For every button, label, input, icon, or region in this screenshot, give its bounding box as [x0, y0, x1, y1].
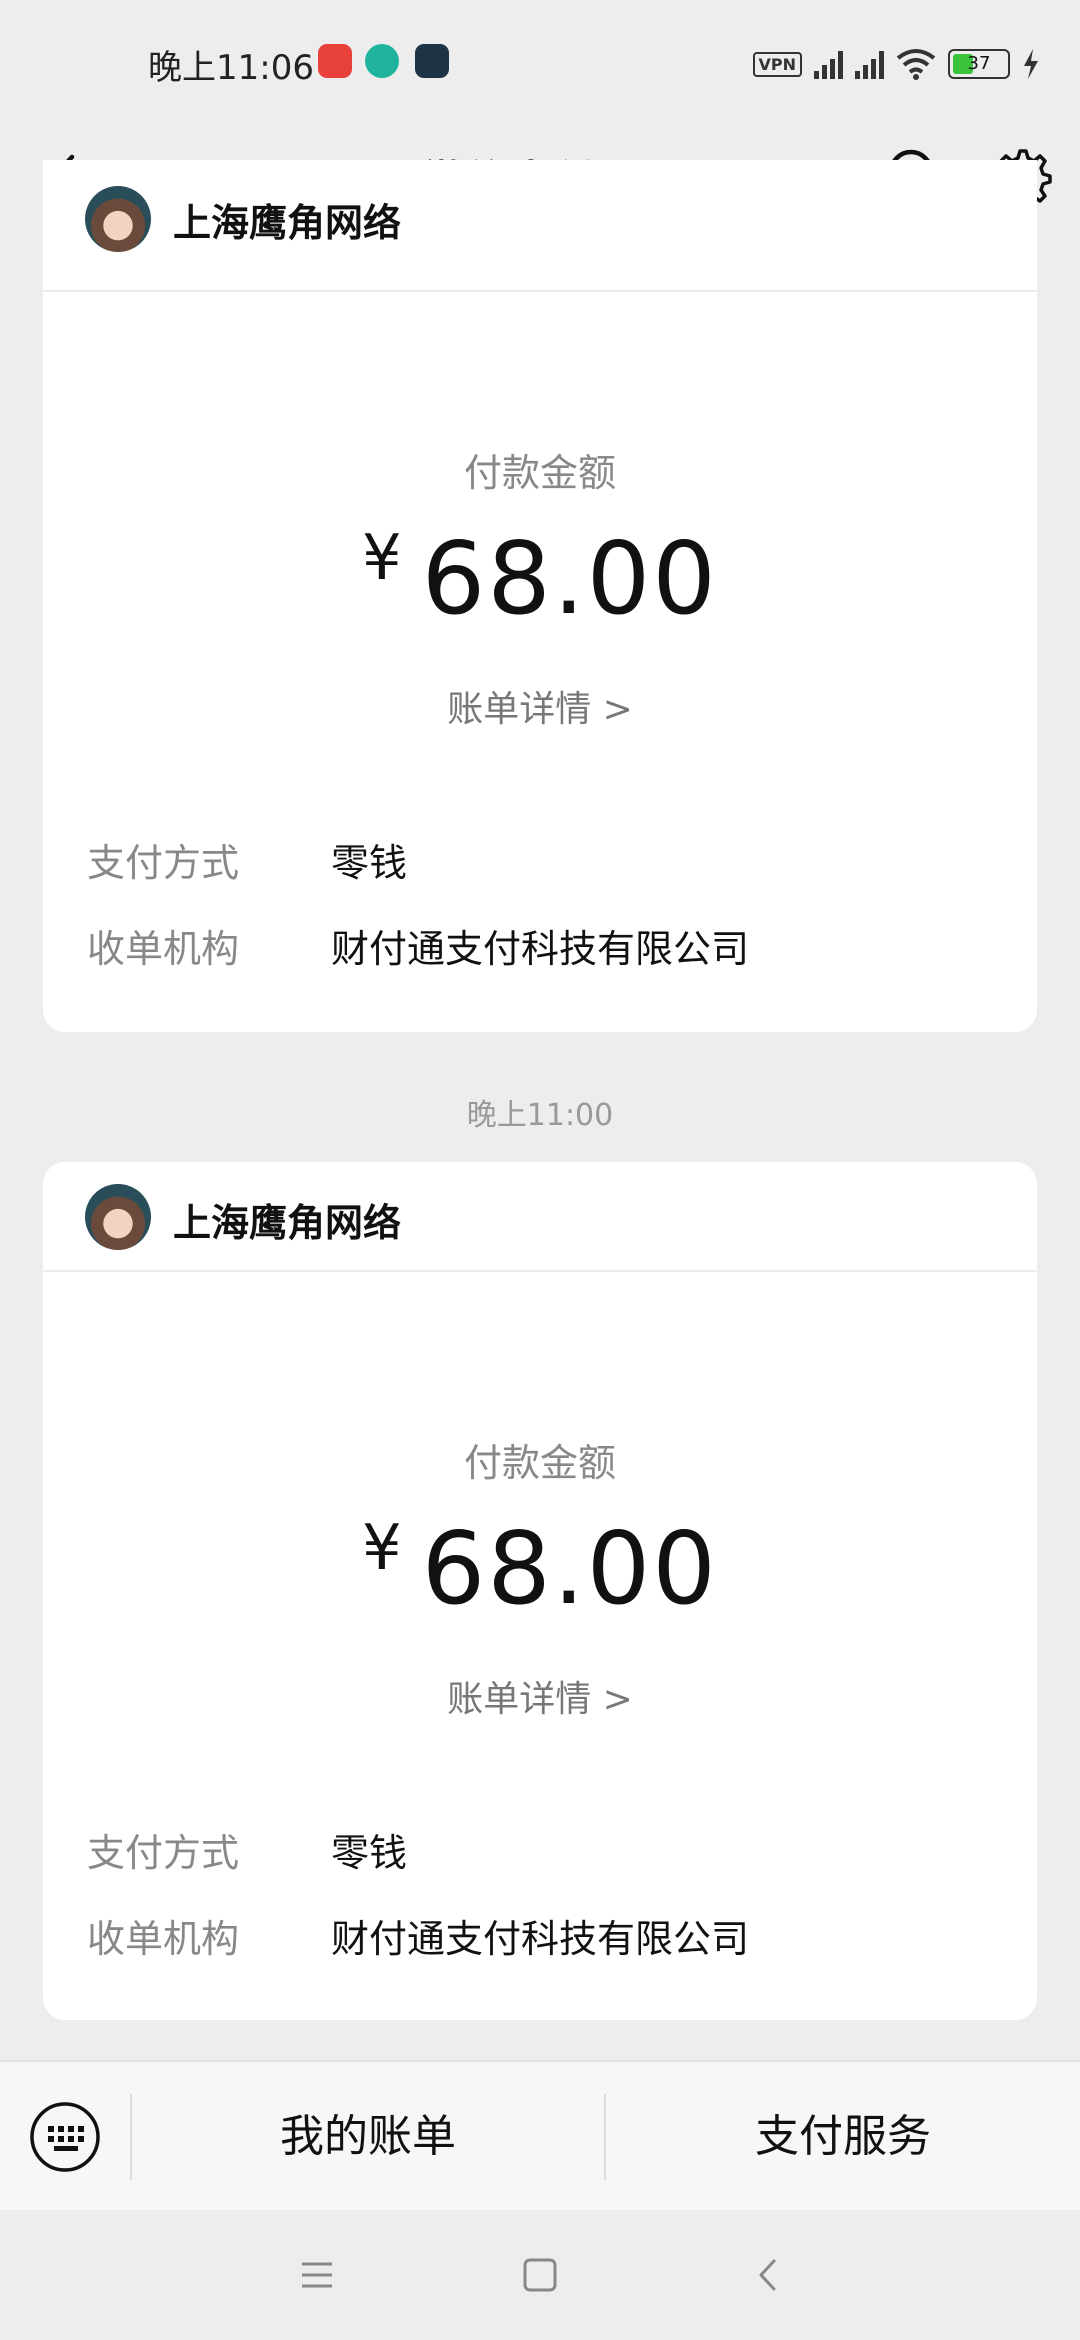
- amount-label: 付款金额: [463, 451, 616, 495]
- bill-details-link[interactable]: 账单详情 >: [43, 680, 1037, 732]
- message-timestamp: 晚上11:00: [466, 1098, 614, 1133]
- netease-music-icon: [318, 44, 352, 78]
- vpn-badge: VPN: [752, 51, 802, 77]
- payment-method-value: 零钱: [331, 841, 408, 885]
- amount-value: ¥68.00: [43, 1510, 1037, 1627]
- bill-details-link[interactable]: 账单详情 >: [43, 1670, 1037, 1722]
- merchant-name: 上海鹰角网络: [173, 201, 402, 245]
- payment-card[interactable]: 上海鹰角网络 付款金额 ¥68.00 账单详情 > 支付方式 零钱 收单机构 财…: [43, 1162, 1037, 2020]
- my-bills-button[interactable]: 我的账单: [132, 2062, 604, 2212]
- status-time: 晚上11:06: [148, 48, 314, 88]
- merchant-avatar: [85, 1184, 151, 1250]
- payment-services-button[interactable]: 支付服务: [606, 2062, 1080, 2212]
- amount-number: 68.00: [421, 1510, 718, 1627]
- system-nav-bar: [0, 2210, 1080, 2340]
- institution-value: 财付通支付科技有限公司: [331, 1917, 750, 1961]
- merchant-avatar: [85, 186, 151, 252]
- currency-symbol: ¥: [362, 521, 404, 594]
- institution-label: 收单机构: [87, 927, 240, 971]
- status-bar: 晚上11:06 VPN 37: [0, 0, 1080, 125]
- payment-card[interactable]: 上海鹰角网络 付款金额 ¥68.00 账单详情 > 支付方式 零钱 收单机构 财…: [43, 160, 1037, 1032]
- menu-icon[interactable]: [292, 2250, 342, 2300]
- card-header: 上海鹰角网络: [43, 1162, 1037, 1272]
- app-notification-icon-2: [415, 44, 449, 78]
- payment-method-label: 支付方式: [87, 841, 240, 885]
- charging-icon: [1024, 49, 1038, 79]
- amount-number: 68.00: [421, 520, 718, 637]
- card-header: 上海鹰角网络: [43, 124, 1037, 292]
- nav-back-icon[interactable]: [744, 2250, 794, 2300]
- battery-level: 37: [967, 53, 991, 74]
- institution-value: 财付通支付科技有限公司: [331, 927, 750, 971]
- status-indicators: VPN 37: [752, 46, 1041, 82]
- signal-icon-2: [855, 49, 884, 79]
- amount-label: 付款金额: [463, 1441, 616, 1485]
- currency-symbol: ¥: [362, 1511, 404, 1584]
- payment-method-value: 零钱: [331, 1831, 408, 1875]
- payment-method-label: 支付方式: [87, 1831, 240, 1875]
- battery-icon: 37: [948, 49, 1010, 79]
- keyboard-icon[interactable]: [28, 2100, 102, 2174]
- merchant-name: 上海鹰角网络: [173, 1201, 402, 1245]
- wifi-icon: [896, 49, 936, 80]
- app-notification-icon: [365, 44, 399, 78]
- bottom-menu: 我的账单 支付服务: [0, 2060, 1080, 2212]
- institution-label: 收单机构: [87, 1917, 240, 1961]
- amount-value: ¥68.00: [43, 520, 1037, 637]
- signal-icon: [814, 49, 843, 79]
- home-icon[interactable]: [515, 2250, 565, 2300]
